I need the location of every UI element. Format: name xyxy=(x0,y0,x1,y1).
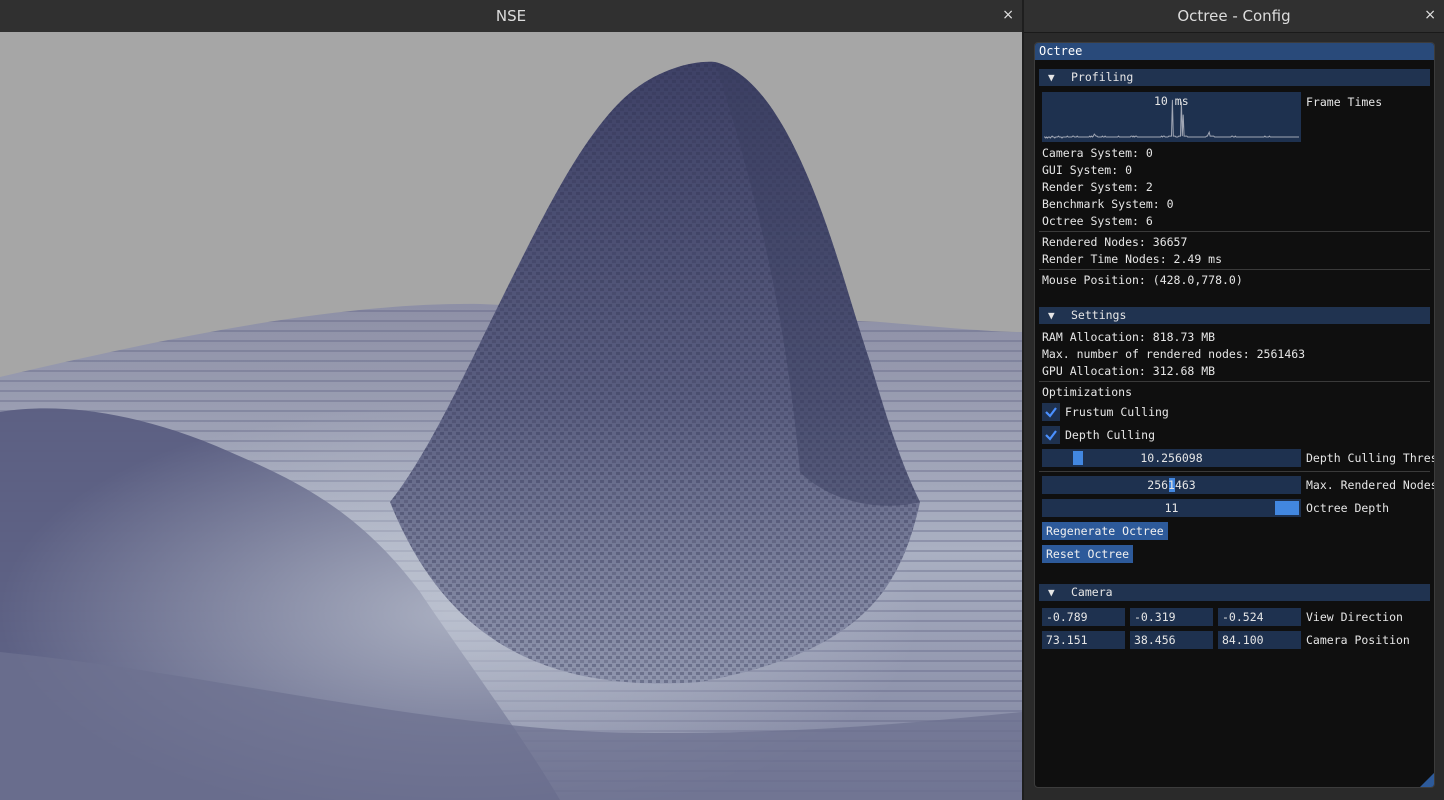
render-time-nodes: Render Time Nodes: 2.49 ms xyxy=(1042,252,1223,266)
depth-threshold-label: Depth Culling Threshold xyxy=(1306,451,1434,465)
resize-grip-icon[interactable] xyxy=(1420,773,1434,787)
view-direction-y-field[interactable]: -0.319 xyxy=(1130,608,1213,626)
system-octree: Octree System: 6 xyxy=(1042,214,1153,228)
max-rendered-label: Max. Rendered Nodes xyxy=(1306,478,1435,492)
camera-position-z: 84.100 xyxy=(1222,633,1264,647)
checkmark-icon xyxy=(1045,407,1057,418)
settings-header-label: Settings xyxy=(1071,308,1127,322)
collapse-arrow-icon: ▼ xyxy=(1048,586,1055,599)
octree-panel-title[interactable]: Octree xyxy=(1035,43,1434,60)
separator xyxy=(1039,381,1430,382)
camera-header[interactable]: ▼ Camera xyxy=(1039,584,1430,601)
frame-times-label: Frame Times xyxy=(1306,95,1383,109)
octree-depth-value: 11 xyxy=(1164,501,1179,515)
nse-window: NSE × xyxy=(0,0,1022,800)
collapse-arrow-icon: ▼ xyxy=(1048,309,1055,322)
profiling-header[interactable]: ▼ Profiling xyxy=(1039,69,1430,86)
regenerate-octree-button[interactable]: Regenerate Octree xyxy=(1042,522,1168,540)
camera-position-x-field[interactable]: 73.151 xyxy=(1042,631,1125,649)
camera-position-y: 38.456 xyxy=(1134,633,1176,647)
gpu-allocation: GPU Allocation: 312.68 MB xyxy=(1042,364,1216,378)
system-camera: Camera System: 0 xyxy=(1042,146,1153,160)
terrain-render xyxy=(0,32,1022,800)
rendered-nodes: Rendered Nodes: 36657 xyxy=(1042,235,1188,249)
camera-position-y-field[interactable]: 38.456 xyxy=(1130,631,1213,649)
depth-culling-label[interactable]: Depth Culling xyxy=(1065,428,1155,442)
view-direction-z-field[interactable]: -0.524 xyxy=(1218,608,1301,626)
nse-close-icon[interactable]: × xyxy=(1002,7,1014,23)
config-close-icon[interactable]: × xyxy=(1424,7,1436,23)
max-rendered-value: 2561463 xyxy=(1147,478,1196,492)
frame-times-plot[interactable]: 10 ms xyxy=(1042,92,1301,142)
separator xyxy=(1039,269,1430,270)
nse-titlebar[interactable]: NSE × xyxy=(0,0,1022,33)
system-benchmark: Benchmark System: 0 xyxy=(1042,197,1174,211)
view-direction-z: -0.524 xyxy=(1222,610,1264,624)
depth-culling-checkbox[interactable] xyxy=(1042,426,1060,444)
frustum-culling-checkbox[interactable] xyxy=(1042,403,1060,421)
nse-title: NSE xyxy=(495,7,527,25)
frustum-culling-label[interactable]: Frustum Culling xyxy=(1065,405,1169,419)
profiling-header-label: Profiling xyxy=(1071,70,1134,84)
separator xyxy=(1039,231,1430,232)
camera-position-label: Camera Position xyxy=(1306,633,1410,647)
config-titlebar[interactable]: Octree - Config × xyxy=(1024,0,1444,33)
mouse-position: Mouse Position: (428.0,778.0) xyxy=(1042,273,1243,287)
system-render: Render System: 2 xyxy=(1042,180,1153,194)
ram-allocation: RAM Allocation: 818.73 MB xyxy=(1042,330,1216,344)
optimizations-label: Optimizations xyxy=(1042,385,1133,399)
view-direction-label: View Direction xyxy=(1306,610,1403,624)
camera-position-x: 73.151 xyxy=(1046,633,1088,647)
octree-depth-label: Octree Depth xyxy=(1306,501,1390,515)
max-number-nodes: Max. number of rendered nodes: 2561463 xyxy=(1042,347,1306,361)
separator xyxy=(1039,471,1430,472)
octree-depth-slider[interactable]: 11 xyxy=(1042,499,1301,517)
view-direction-y: -0.319 xyxy=(1134,610,1176,624)
plot-overlay-text: 10 ms xyxy=(1154,94,1189,108)
depth-threshold-slider[interactable]: 10.256098 xyxy=(1042,449,1301,467)
octree-panel: Octree ▼ Profiling 10 ms Frame Times Cam… xyxy=(1034,42,1435,788)
camera-position-z-field[interactable]: 84.100 xyxy=(1218,631,1301,649)
config-title: Octree - Config xyxy=(1177,7,1291,25)
view-direction-x-field[interactable]: -0.789 xyxy=(1042,608,1125,626)
reset-octree-button[interactable]: Reset Octree xyxy=(1042,545,1134,563)
view-direction-x: -0.789 xyxy=(1046,610,1088,624)
depth-threshold-value: 10.256098 xyxy=(1140,451,1203,465)
settings-header[interactable]: ▼ Settings xyxy=(1039,307,1430,324)
render-viewport[interactable] xyxy=(0,32,1022,800)
checkmark-icon xyxy=(1045,430,1057,441)
system-gui: GUI System: 0 xyxy=(1042,163,1133,177)
camera-header-label: Camera xyxy=(1071,585,1113,599)
max-rendered-slider[interactable]: 2561463 xyxy=(1042,476,1301,494)
collapse-arrow-icon: ▼ xyxy=(1048,71,1055,84)
config-window: Octree - Config × Octree ▼ Profiling 10 … xyxy=(1024,0,1444,800)
